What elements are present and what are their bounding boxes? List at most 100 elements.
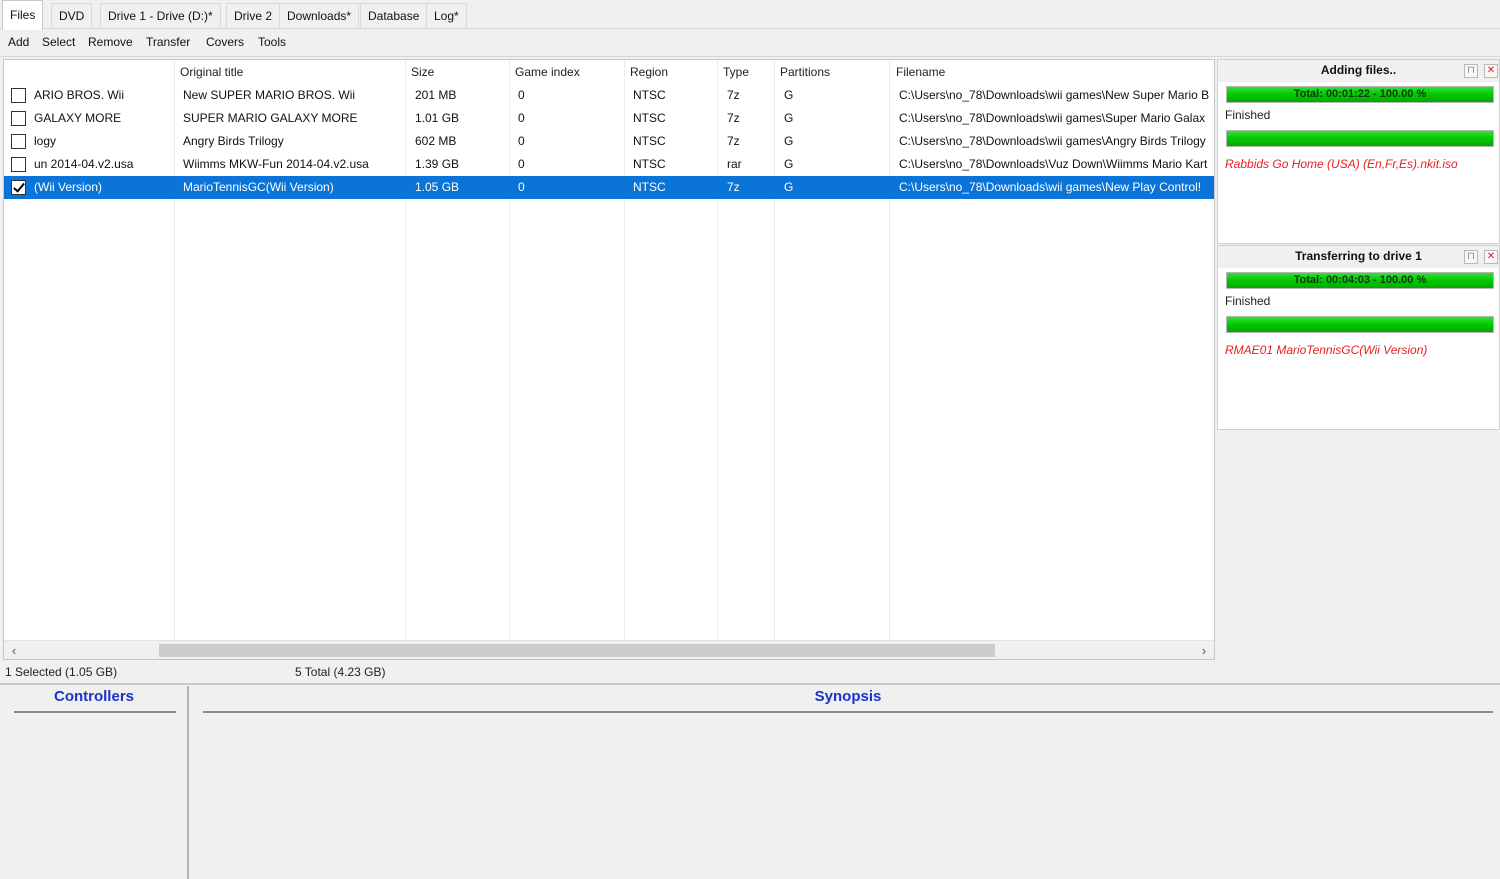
file-progress-bar	[1226, 130, 1494, 147]
cell-filename: C:\Users\no_78\Downloads\Vuz Down\Wiimms…	[899, 157, 1208, 171]
header-partitions[interactable]: Partitions	[780, 60, 885, 84]
close-icon[interactable]: ✕	[1484, 64, 1498, 78]
cell-region: NTSC	[633, 180, 666, 194]
cell-region: NTSC	[633, 134, 666, 148]
horizontal-scrollbar[interactable]: ‹ ›	[4, 640, 1214, 659]
header-region[interactable]: Region	[630, 60, 715, 84]
pin-icon[interactable]: ⊓	[1464, 64, 1478, 78]
divider	[14, 711, 176, 713]
panel-title: Transferring to drive 1	[1295, 249, 1422, 263]
current-file: RMAE01 MarioTennisGC(Wii Version)	[1225, 343, 1428, 357]
progress-fill	[1227, 131, 1493, 146]
cell-region: NTSC	[633, 111, 666, 125]
menu-add[interactable]: Add	[8, 35, 29, 49]
cell-filename: C:\Users\no_78\Downloads\wii games\Super…	[899, 111, 1206, 125]
cell-filename: C:\Users\no_78\Downloads\wii games\Angry…	[899, 134, 1206, 148]
header-type[interactable]: Type	[723, 60, 773, 84]
cell-game-index: 0	[518, 157, 525, 171]
header-size[interactable]: Size	[411, 60, 506, 84]
cell-filename: C:\Users\no_78\Downloads\wii games\New S…	[899, 88, 1210, 102]
file-table: Original title Size Game index Region Ty…	[3, 59, 1215, 660]
cell-original-title: SUPER MARIO GALAXY MORE	[183, 111, 358, 125]
cell-game-index: 0	[518, 111, 525, 125]
cell-size: 1.05 GB	[415, 180, 460, 194]
transfer-panel: Transferring to drive 1 ⊓ ✕ Total: 00:04…	[1217, 245, 1500, 430]
progress-fill	[1227, 317, 1493, 332]
tab-drive-2[interactable]: Drive 2	[226, 3, 281, 27]
divider	[0, 683, 1500, 685]
menu-tools[interactable]: Tools	[258, 35, 286, 49]
row-checkbox[interactable]	[11, 157, 26, 172]
menu-select[interactable]: Select	[42, 35, 75, 49]
menu-covers[interactable]: Covers	[206, 35, 244, 49]
cell-partitions: G	[784, 88, 794, 102]
tab-downloads[interactable]: Downloads*	[279, 3, 360, 27]
cell-title: (Wii Version)	[34, 180, 103, 194]
cell-type: rar	[727, 157, 742, 171]
table-row[interactable]: logy Angry Birds Trilogy 602 MB 0 NTSC 7…	[4, 130, 1214, 153]
cell-game-index: 0	[518, 180, 525, 194]
cell-original-title: Angry Birds Trilogy	[183, 134, 284, 148]
current-file: Rabbids Go Home (USA) (En,Fr,Es).nkit.is…	[1225, 157, 1458, 171]
header-game-index[interactable]: Game index	[515, 60, 620, 84]
cell-title: ARIO BROS. Wii	[34, 88, 125, 102]
cell-type: 7z	[727, 88, 740, 102]
total-progress-bar: Total: 00:04:03 - 100.00 %	[1226, 272, 1494, 289]
cell-size: 1.01 GB	[415, 111, 460, 125]
cell-region: NTSC	[633, 157, 666, 171]
cell-title: un 2014-04.v2.usa	[34, 157, 134, 171]
file-progress-bar	[1226, 316, 1494, 333]
table-row[interactable]: ARIO BROS. Wii New SUPER MARIO BROS. Wii…	[4, 84, 1214, 107]
cell-game-index: 0	[518, 88, 525, 102]
controllers-title: Controllers	[53, 688, 134, 705]
row-checkbox[interactable]	[11, 111, 26, 126]
tab-drive-1[interactable]: Drive 1 - Drive (D:)*	[100, 3, 221, 27]
progress-text: Total: 00:01:22 - 100.00 %	[1293, 88, 1427, 100]
row-checkbox-checked[interactable]	[11, 180, 26, 195]
progress-text: Total: 00:04:03 - 100.00 %	[1293, 274, 1427, 286]
row-checkbox[interactable]	[11, 88, 26, 103]
selected-count: 1 Selected (1.05 GB)	[5, 665, 118, 679]
tab-files[interactable]: Files	[2, 0, 44, 30]
cell-original-title: New SUPER MARIO BROS. Wii	[183, 88, 356, 102]
total-count: 5 Total (4.23 GB)	[295, 665, 386, 679]
row-checkbox[interactable]	[11, 134, 26, 149]
pin-icon[interactable]: ⊓	[1464, 250, 1478, 264]
panel-title: Adding files..	[1320, 63, 1397, 77]
cell-title: logy	[34, 134, 57, 148]
tab-bar: Files DVD Drive 1 - Drive (D:)* Drive 2 …	[0, 0, 1500, 30]
cell-partitions: G	[784, 111, 794, 125]
menu-transfer[interactable]: Transfer	[146, 35, 190, 49]
panel-header: Adding files.. ⊓ ✕	[1218, 60, 1499, 82]
cell-partitions: G	[784, 180, 794, 194]
table-row-selected[interactable]: (Wii Version) MarioTennisGC(Wii Version)…	[4, 176, 1214, 199]
divider	[203, 711, 1493, 713]
cell-game-index: 0	[518, 134, 525, 148]
cell-original-title: MarioTennisGC(Wii Version)	[183, 180, 334, 194]
cell-filename: C:\Users\no_78\Downloads\wii games\New P…	[899, 180, 1202, 194]
panel-separator[interactable]	[187, 686, 189, 879]
table-row[interactable]: GALAXY MORE SUPER MARIO GALAXY MORE 1.01…	[4, 107, 1214, 130]
cell-size: 602 MB	[415, 134, 457, 148]
header-filename[interactable]: Filename	[896, 60, 1196, 84]
cell-title: GALAXY MORE	[34, 111, 122, 125]
tab-log[interactable]: Log*	[426, 3, 467, 27]
header-original-title[interactable]: Original title	[180, 60, 400, 84]
tab-dvd[interactable]: DVD	[51, 3, 93, 27]
scrollbar-thumb[interactable]	[159, 644, 995, 657]
table-row[interactable]: un 2014-04.v2.usa Wiimms MKW-Fun 2014-04…	[4, 153, 1214, 176]
cell-type: 7z	[727, 111, 740, 125]
scroll-left-icon[interactable]: ‹	[4, 641, 24, 659]
cell-region: NTSC	[633, 88, 666, 102]
cell-original-title: Wiimms MKW-Fun 2014-04.v2.usa	[183, 157, 369, 171]
close-icon[interactable]: ✕	[1484, 250, 1498, 264]
menu-remove[interactable]: Remove	[88, 35, 133, 49]
cell-partitions: G	[784, 157, 794, 171]
cell-type: 7z	[727, 180, 740, 194]
adding-files-panel: Adding files.. ⊓ ✕ Total: 00:01:22 - 100…	[1217, 59, 1500, 244]
total-progress-bar: Total: 00:01:22 - 100.00 %	[1226, 86, 1494, 103]
status-text: Finished	[1225, 108, 1271, 122]
scroll-right-icon[interactable]: ›	[1194, 641, 1214, 659]
synopsis-title: Synopsis	[814, 688, 882, 705]
tab-database[interactable]: Database	[360, 3, 428, 27]
